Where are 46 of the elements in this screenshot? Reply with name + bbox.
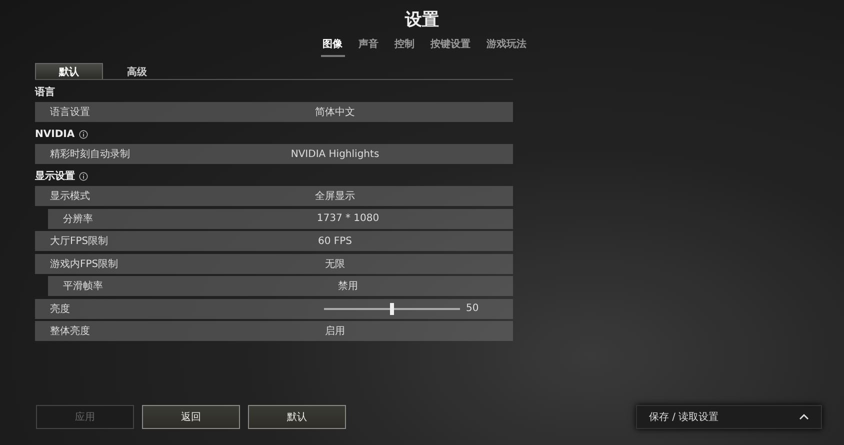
action-button[interactable]: 默认 — [248, 405, 346, 429]
info-icon[interactable] — [79, 172, 88, 180]
setting-label: 显示模式 — [49, 190, 91, 203]
setting-label: 平滑帧率 — [62, 280, 104, 293]
setting-row[interactable]: 分辨率 1737 * 1080 — [48, 208, 513, 228]
setting-row[interactable]: 游戏内FPS限制 无限 — [35, 254, 513, 274]
setting-label: 游戏内FPS限制 — [49, 258, 120, 270]
setting-value: 禁用 — [338, 280, 358, 293]
chevron-icon[interactable] — [799, 414, 809, 420]
setting-row[interactable]: 大厅FPS限制 60 FPS — [35, 231, 513, 251]
setting-value: 无限 — [325, 258, 345, 270]
setting-value: 全屏显示 — [315, 190, 355, 203]
slider-value: 50 — [466, 303, 479, 314]
tab[interactable]: 游戏玩法 — [484, 35, 528, 57]
setting-label: 语言设置 — [49, 106, 91, 119]
action-button[interactable]: 返回 — [142, 405, 240, 429]
section-heading: 显示设置 — [35, 170, 75, 183]
save-load-panel[interactable]: 保存 / 读取设置 — [636, 405, 822, 429]
section-heading: NVIDIA — [35, 128, 75, 140]
setting-label: 精彩时刻自动录制 — [49, 148, 131, 161]
info-icon[interactable] — [78, 130, 88, 138]
setting-row[interactable]: 显示模式 全屏显示 — [35, 186, 513, 206]
setting-value: NVIDIA Highlights — [290, 148, 380, 160]
setting-row[interactable]: 语言设置 简体中文 — [35, 102, 513, 122]
setting-value: 启用 — [325, 324, 345, 338]
setting-row[interactable]: 平滑帧率 禁用 — [48, 276, 513, 296]
tab[interactable]: 图像 — [320, 35, 344, 57]
setting-row[interactable]: 精彩时刻自动录制 NVIDIA Highlights — [35, 144, 513, 164]
subtab[interactable]: 默认 — [35, 63, 103, 79]
setting-label: 大厅FPS限制 — [49, 234, 110, 248]
slider-thumb[interactable] — [390, 302, 394, 314]
setting-row[interactable]: 亮度 50 — [35, 298, 513, 318]
setting-value: 60 FPS — [318, 236, 352, 246]
setting-value: 简体中文 — [315, 106, 355, 119]
panel-title: 保存 / 读取设置 — [649, 410, 719, 424]
section-heading: 语言 — [35, 85, 55, 99]
tab[interactable]: 控制 — [392, 35, 416, 57]
subtab[interactable]: 高级 — [103, 63, 171, 79]
tab[interactable]: 声音 — [356, 35, 380, 57]
setting-label: 分辨率 — [62, 212, 94, 226]
setting-row[interactable]: 整体亮度 启用 — [35, 321, 513, 341]
setting-label: 亮度 — [49, 302, 71, 316]
tab[interactable]: 按键设置 — [428, 35, 472, 57]
setting-label: 整体亮度 — [49, 324, 91, 338]
setting-value: 1737 * 1080 — [316, 213, 380, 224]
page-title: 设置 — [405, 9, 439, 31]
